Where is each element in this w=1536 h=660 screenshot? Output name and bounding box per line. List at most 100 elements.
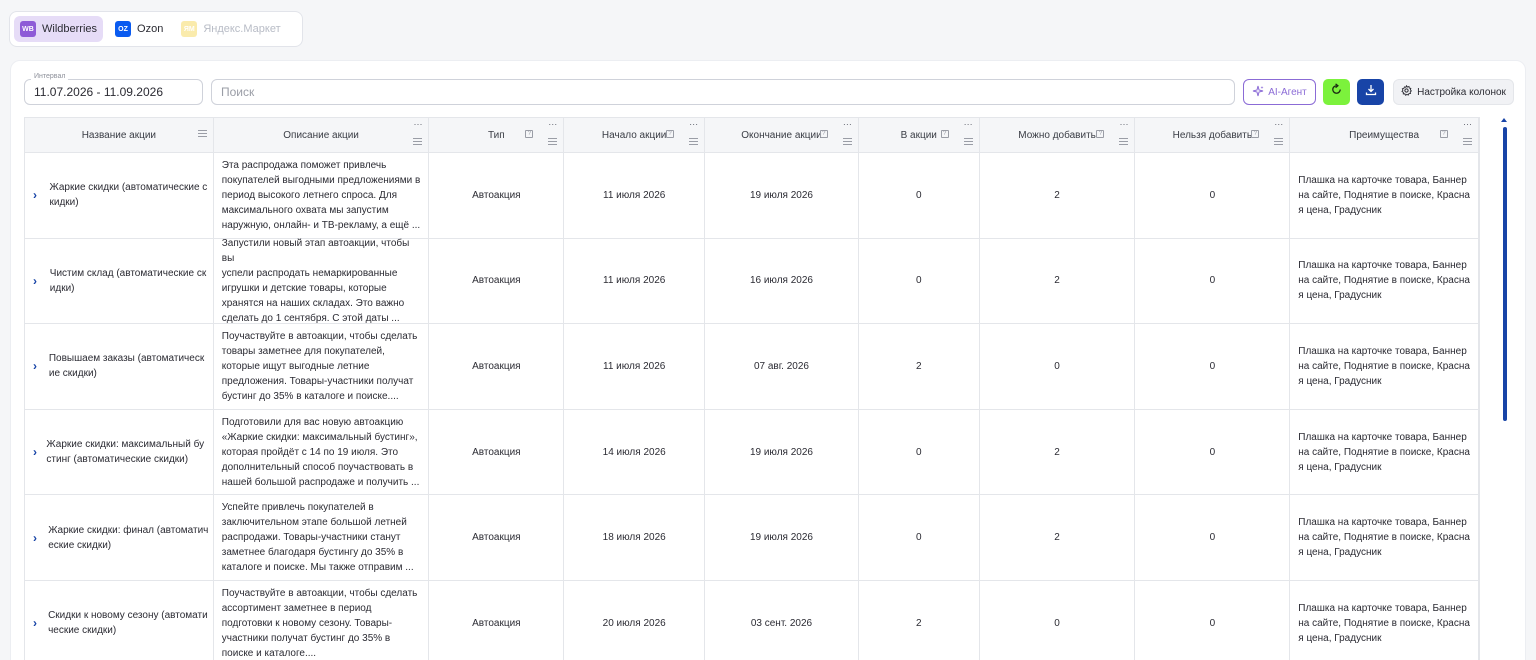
table-row[interactable]: › Скидки к новому сезону (автоматические … (25, 580, 1479, 660)
column-header-can[interactable]: Можно добавить ⋯? (980, 118, 1136, 152)
column-menu-icon[interactable] (197, 130, 207, 139)
table-row[interactable]: › Жаркие скидки (автоматические скидки) Эт… (25, 153, 1479, 239)
cell-description: Поучаствуйте в автоакции, чтобы сделать т… (214, 324, 430, 409)
column-info-icon[interactable]: ? (940, 130, 949, 138)
type-value: Автоакция (472, 275, 521, 287)
column-header-name[interactable]: Название акции (25, 118, 214, 152)
description-line: участники получат бустинг до 35% в (221, 632, 391, 644)
description-line: заключительном этапе большой летней (221, 517, 407, 529)
in-value: 0 (915, 275, 922, 287)
can-value: 0 (1054, 617, 1060, 629)
can-value: 2 (1054, 532, 1060, 544)
cell-cannot: 0 (1135, 153, 1291, 238)
refresh-button[interactable] (1323, 79, 1350, 105)
column-header-adv[interactable]: Преимущества ⋯? (1290, 118, 1479, 152)
marketplace-tab-oz[interactable]: OZ Ozon (109, 16, 169, 42)
download-button[interactable] (1357, 79, 1384, 105)
expand-chevron-icon[interactable]: › (33, 531, 40, 545)
column-settings-label: Настройка колонок (1417, 86, 1506, 98)
expand-chevron-icon[interactable]: › (33, 445, 38, 459)
column-header-desc[interactable]: Описание акции ⋯ (214, 118, 430, 152)
oz-logo-icon: OZ (115, 21, 132, 37)
column-menu-icon[interactable] (548, 138, 558, 147)
start-value: 20 июля 2026 (602, 617, 666, 629)
expand-chevron-icon[interactable]: › (33, 188, 42, 202)
column-info-icon[interactable]: ? (1096, 130, 1105, 138)
end-value: 07 авг. 2026 (753, 360, 809, 372)
column-menu-icon[interactable] (963, 138, 973, 147)
column-menu-icon[interactable] (842, 138, 852, 147)
column-info-icon[interactable]: ? (819, 130, 828, 138)
column-more-icon[interactable]: ⋯ (1463, 119, 1472, 130)
column-info-icon[interactable]: ? (666, 130, 675, 138)
column-more-icon[interactable]: ⋯ (1274, 119, 1283, 130)
interval-field[interactable]: 11.07.2026 - 11.09.2026 (24, 79, 203, 105)
marketplace-tab-wb[interactable]: WB Wildberries (14, 16, 104, 42)
column-menu-icon[interactable] (1274, 138, 1284, 147)
table-body: › Жаркие скидки (автоматические скидки) Эт… (25, 153, 1479, 660)
column-more-icon[interactable]: ⋯ (1119, 119, 1128, 130)
expand-chevron-icon[interactable]: › (33, 359, 41, 373)
description-line: дополнительный способ поучаствовать в (221, 461, 414, 473)
cannot-value: 0 (1209, 189, 1216, 201)
description-line: успели распродать немаркированные (221, 267, 398, 279)
scroll-up-arrow[interactable] (1501, 118, 1507, 122)
table-row[interactable]: › Чистим склад (автоматические скидки) Зап… (25, 237, 1479, 325)
column-more-icon[interactable]: ⋯ (964, 119, 973, 130)
end-value: 19 июля 2026 (749, 446, 813, 458)
cannot-value: 0 (1209, 275, 1216, 287)
column-more-icon[interactable]: ⋯ (413, 119, 422, 130)
search-input[interactable] (211, 79, 1235, 105)
cell-advantages: Плашка на карточке товара, Баннер на сай… (1290, 324, 1479, 409)
cell-name: › Чистим склад (автоматические скидки) (25, 238, 214, 324)
table-row[interactable]: › Повышаем заказы (автоматические скидки)… (25, 324, 1479, 410)
marketplace-tab-label: Ozon (137, 23, 164, 35)
column-more-icon[interactable]: ⋯ (843, 119, 852, 130)
advantages-text: Плашка на карточке товара, Баннер на сай… (1298, 174, 1470, 216)
end-value: 03 сент. 2026 (750, 617, 813, 629)
column-menu-icon[interactable] (413, 138, 423, 147)
cell-cannot: 0 (1135, 238, 1291, 324)
column-more-icon[interactable]: ⋯ (548, 119, 557, 130)
promotion-name: Жаркие скидки: максимальный бустинг (авт… (46, 439, 205, 466)
cell-end: 19 июля 2026 (705, 495, 859, 580)
marketplace-tab-ym[interactable]: ЯМ Яндекс.Маркет (175, 16, 286, 42)
column-info-icon[interactable]: ? (1251, 130, 1260, 138)
column-info-icon[interactable]: ? (525, 130, 534, 138)
vertical-scrollbar[interactable] (1503, 127, 1507, 421)
column-header-type[interactable]: Тип ⋯? (429, 118, 565, 152)
table-row[interactable]: › Жаркие скидки: максимальный бустинг (ав… (25, 409, 1479, 496)
cell-description: Запустили новый этап автоакции, чтобы вы… (214, 237, 430, 324)
start-value: 11 июля 2026 (603, 189, 666, 201)
column-header-end[interactable]: Окончание акции ⋯? (705, 118, 859, 152)
column-settings-button[interactable]: Настройка колонок (1393, 79, 1514, 105)
cell-name: › Повышаем заказы (автоматические скидки) (25, 324, 214, 409)
cell-can: 0 (980, 580, 1136, 660)
column-header-label: Начало акции (601, 129, 667, 141)
end-value: 19 июля 2026 (749, 532, 813, 544)
marketplace-tab-label: Wildberries (42, 23, 98, 35)
column-info-icon[interactable]: ? (1439, 130, 1448, 138)
cell-can: 2 (980, 153, 1136, 238)
in-value: 0 (915, 189, 922, 201)
expand-chevron-icon[interactable]: › (33, 274, 42, 288)
description-line: Поучаствуйте в автоакции, чтобы сделать (221, 330, 418, 342)
cell-in: 0 (859, 495, 980, 580)
column-menu-icon[interactable] (1119, 138, 1129, 147)
column-header-cannot[interactable]: Нельзя добавить ⋯? (1135, 118, 1291, 152)
column-menu-icon[interactable] (1462, 138, 1472, 147)
column-header-in[interactable]: В акции ⋯? (859, 118, 980, 152)
ai-agent-button[interactable]: AI-Агент (1243, 79, 1316, 105)
cell-type: Автоакция (429, 153, 565, 238)
column-menu-icon[interactable] (689, 138, 699, 147)
expand-chevron-icon[interactable]: › (33, 616, 40, 630)
description-line: Запустили новый этап автоакции, чтобы вы (221, 237, 410, 264)
start-value: 11 июля 2026 (603, 275, 666, 287)
promotions-card: 11.07.2026 - 11.09.2026 Интервал AI-Аген… (10, 60, 1526, 660)
description-line: Успейте привлечь покупателей в (221, 502, 374, 514)
advantages-text: Плашка на карточке товара, Баннер на сай… (1298, 260, 1470, 302)
column-more-icon[interactable]: ⋯ (689, 119, 698, 130)
column-header-start[interactable]: Начало акции ⋯? (564, 118, 706, 152)
table-row[interactable]: › Жаркие скидки: финал (автоматические ск… (25, 495, 1479, 581)
cell-name: › Скидки к новому сезону (автоматические … (25, 580, 214, 660)
